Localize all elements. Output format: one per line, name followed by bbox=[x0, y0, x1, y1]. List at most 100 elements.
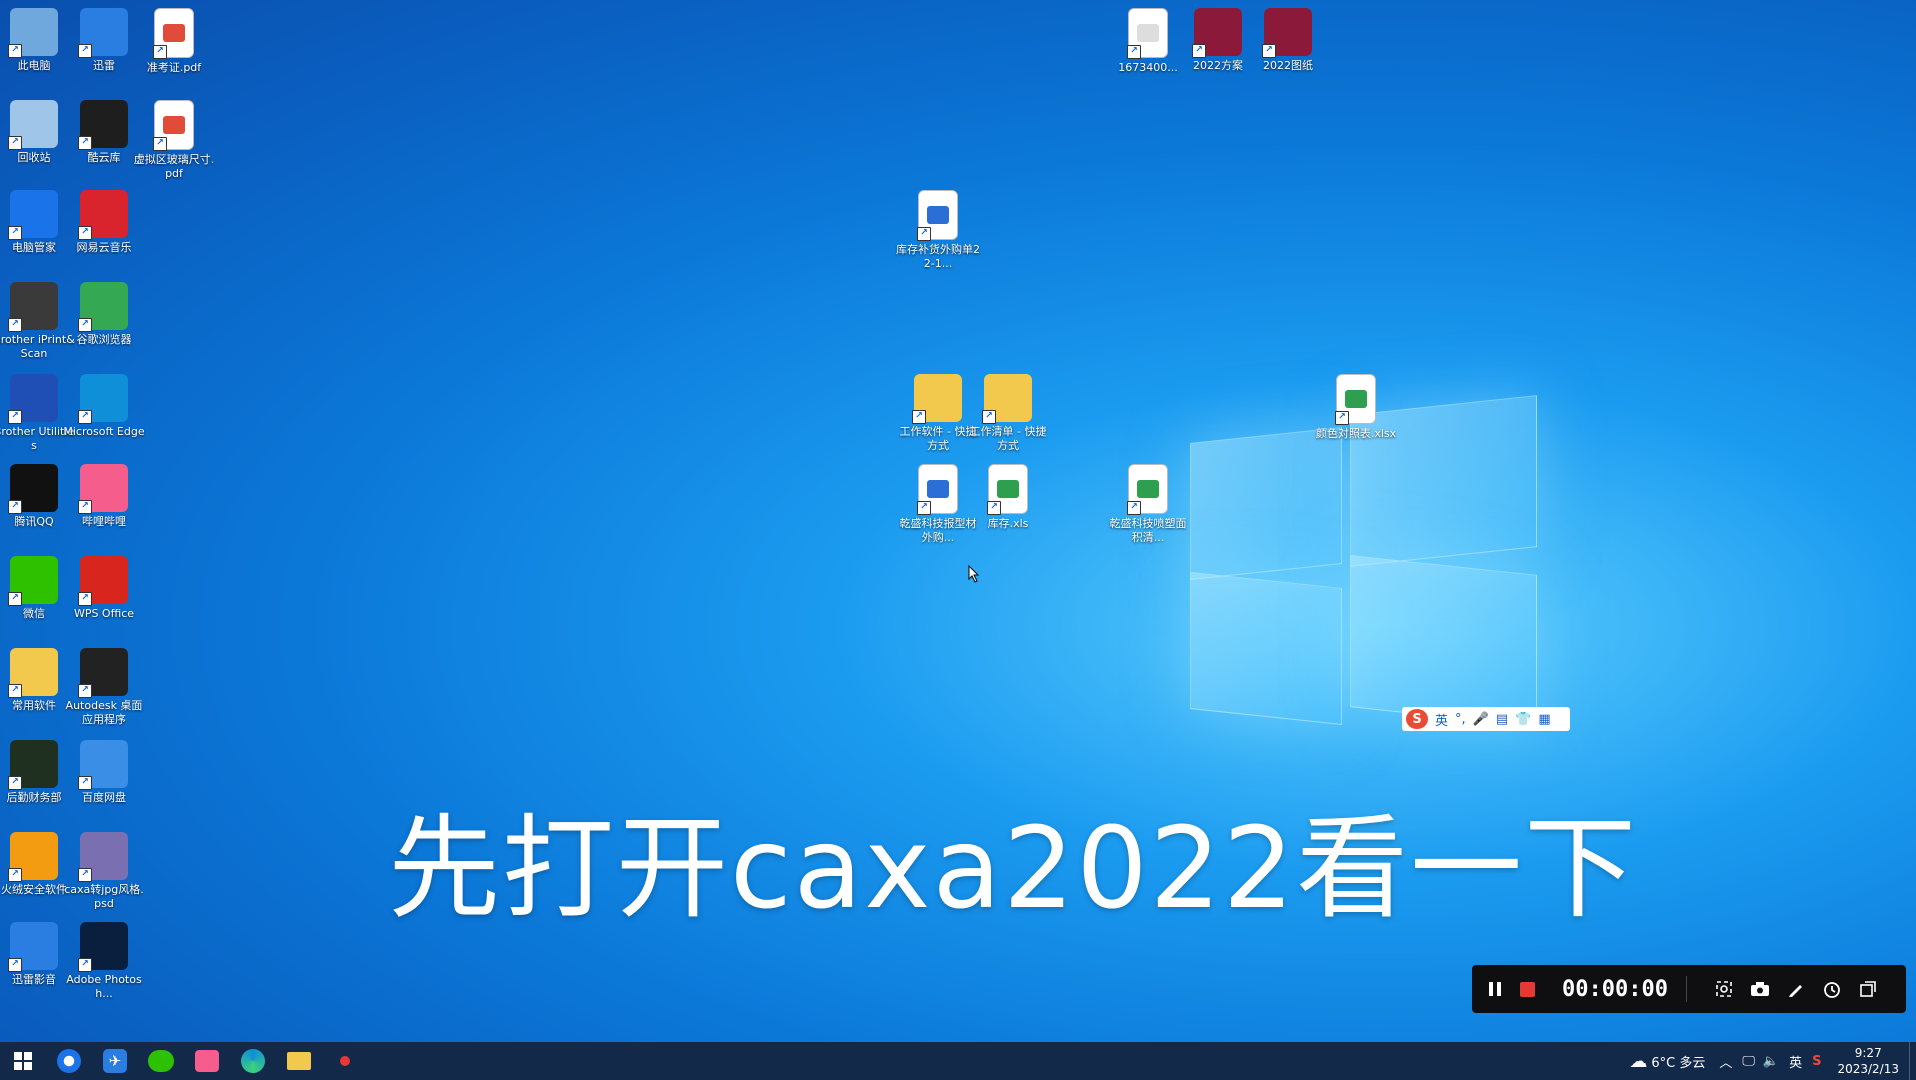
qq-penguin-icon: ↗ bbox=[8, 464, 58, 514]
shortcut-arrow-icon: ↗ bbox=[917, 501, 931, 515]
window-mode-icon[interactable] bbox=[1855, 976, 1881, 1002]
desktop-icon-label: 乾盛科技喷塑面积清... bbox=[1109, 517, 1187, 544]
shortcut-arrow-icon: ↗ bbox=[78, 776, 92, 790]
sogou-logo-icon[interactable]: S bbox=[1406, 709, 1428, 729]
desktop-icon-label: 2022图纸 bbox=[1263, 59, 1313, 72]
shortcut-arrow-icon: ↗ bbox=[1262, 44, 1276, 58]
desktop-icon-label: 谷歌浏览器 bbox=[76, 333, 132, 346]
shortcut-arrow-icon: ↗ bbox=[78, 318, 92, 332]
start-button[interactable] bbox=[0, 1042, 46, 1080]
desktop-icon-label: 准考证.pdf bbox=[146, 61, 202, 74]
shortcut-arrow-icon: ↗ bbox=[982, 410, 996, 424]
folder-icon: ↗ bbox=[982, 374, 1032, 424]
stop-button[interactable] bbox=[1514, 976, 1540, 1002]
desktop-icon-label: 网易云音乐 bbox=[76, 241, 132, 254]
ime-toolbar[interactable]: S 英 °, 🎤 ▤ 👕 ▦ bbox=[1402, 707, 1570, 731]
input-language[interactable]: 英 bbox=[1789, 1052, 1802, 1071]
desktop-icon[interactable]: ↗ 网易云音乐 bbox=[62, 190, 146, 255]
shortcut-arrow-icon: ↗ bbox=[8, 868, 22, 882]
desktop-icon-label: WPS Office bbox=[73, 607, 135, 620]
desktop-icon[interactable]: ↗ 百度网盘 bbox=[62, 740, 146, 805]
shortcut-arrow-icon: ↗ bbox=[8, 44, 22, 58]
volume-icon[interactable]: 🔈 bbox=[1763, 1054, 1779, 1069]
excel-icon: ↗ bbox=[1127, 464, 1168, 515]
keyboard-icon[interactable]: ▤ bbox=[1496, 712, 1508, 727]
shortcut-arrow-icon: ↗ bbox=[78, 410, 92, 424]
wps-icon: ↗ bbox=[78, 556, 128, 606]
bilibili-icon: ↗ bbox=[78, 464, 128, 514]
microphone-icon[interactable]: 🎤 bbox=[1473, 712, 1489, 727]
network-icon[interactable]: 🖵 bbox=[1742, 1054, 1755, 1069]
desktop-icon[interactable]: ↗ 谷歌浏览器 bbox=[62, 282, 146, 347]
timer-settings-icon[interactable] bbox=[1819, 976, 1845, 1002]
pen-annotate-icon[interactable] bbox=[1783, 976, 1809, 1002]
desktop-icon[interactable]: ↗ 库存补货外购单22-1... bbox=[896, 190, 980, 271]
sogou-tray-icon[interactable]: S bbox=[1812, 1054, 1821, 1069]
shortcut-arrow-icon: ↗ bbox=[78, 500, 92, 514]
desktop-icon[interactable]: ↗ caxa转jpg风格.psd bbox=[62, 832, 146, 911]
desktop-icon[interactable]: ↗ Microsoft Edge bbox=[62, 374, 146, 439]
chrome-icon: ↗ bbox=[78, 282, 128, 332]
taskbar-edge-icon[interactable] bbox=[230, 1042, 276, 1080]
weather-text[interactable]: 6°C 多云 bbox=[1651, 1052, 1705, 1071]
shortcut-arrow-icon: ↗ bbox=[78, 958, 92, 972]
clock[interactable]: 9:27 2023/2/13 bbox=[1837, 1045, 1899, 1077]
desktop-icon[interactable]: ↗ 工作清单 - 快捷方式 bbox=[966, 374, 1050, 453]
shortcut-arrow-icon: ↗ bbox=[78, 44, 92, 58]
ime-punctuation[interactable]: °, bbox=[1455, 712, 1466, 727]
netease-music-icon: ↗ bbox=[78, 190, 128, 240]
desktop-icon[interactable]: ↗ 乾盛科技喷塑面积清... bbox=[1106, 464, 1190, 545]
desktop-icon[interactable]: ↗ Autodesk 桌面应用程序 bbox=[62, 648, 146, 727]
shortcut-arrow-icon: ↗ bbox=[912, 410, 926, 424]
desktop-icon[interactable]: ↗ WPS Office bbox=[62, 556, 146, 621]
desktop-icon[interactable]: ↗ 准考证.pdf bbox=[132, 8, 216, 75]
pause-button[interactable] bbox=[1482, 976, 1508, 1002]
shortcut-arrow-icon: ↗ bbox=[8, 958, 22, 972]
computer-icon: ↗ bbox=[8, 8, 58, 58]
desktop-icon[interactable]: ↗ Adobe Photosh... bbox=[62, 922, 146, 1001]
taskbar-wechat-icon[interactable] bbox=[138, 1042, 184, 1080]
xunlei-bird-icon: ↗ bbox=[78, 8, 128, 58]
taskbar-recorder-icon[interactable] bbox=[322, 1042, 368, 1080]
brother-utilities-icon: ↗ bbox=[8, 374, 58, 424]
shortcut-arrow-icon: ↗ bbox=[1127, 45, 1141, 59]
pc-manager-icon: ↗ bbox=[8, 190, 58, 240]
desktop-icon-label: Adobe Photosh... bbox=[66, 973, 142, 1000]
desktop-icon[interactable]: ↗ 哔哩哔哩 bbox=[62, 464, 146, 529]
camera-icon[interactable] bbox=[1747, 976, 1773, 1002]
taskbar-browser-icon[interactable] bbox=[46, 1042, 92, 1080]
screenshot-region-icon[interactable] bbox=[1711, 976, 1737, 1002]
desktop-icon[interactable]: ↗ 虚拟区玻璃尺寸.pdf bbox=[132, 100, 216, 181]
desktop-icon[interactable]: ↗ 2022图纸 bbox=[1246, 8, 1330, 73]
printer-icon: ↗ bbox=[8, 282, 58, 332]
psd-file-icon: ↗ bbox=[78, 832, 128, 882]
folder-icon: ↗ bbox=[912, 374, 962, 424]
show-desktop-button[interactable] bbox=[1909, 1042, 1916, 1080]
recording-timer: 00:00:00 bbox=[1562, 976, 1668, 1002]
taskbar-xunlei-icon[interactable]: ✈ bbox=[92, 1042, 138, 1080]
desktop-icon[interactable]: ↗ 库存.xls bbox=[966, 464, 1050, 531]
ime-language[interactable]: 英 bbox=[1435, 710, 1448, 729]
shortcut-arrow-icon: ↗ bbox=[78, 592, 92, 606]
desktop-icon[interactable]: ↗ 颜色对照表.xlsx bbox=[1314, 374, 1398, 441]
windows-start-icon bbox=[14, 1052, 32, 1070]
kuyun-icon: ↗ bbox=[78, 100, 128, 150]
taskbar-file-explorer-icon[interactable] bbox=[276, 1042, 322, 1080]
shortcut-arrow-icon: ↗ bbox=[1127, 501, 1141, 515]
excel-icon: ↗ bbox=[1335, 374, 1376, 425]
weather-icon[interactable]: ☁ bbox=[1629, 1051, 1647, 1072]
shortcut-arrow-icon: ↗ bbox=[8, 500, 22, 514]
shortcut-arrow-icon: ↗ bbox=[78, 136, 92, 150]
pdf-icon: ↗ bbox=[153, 8, 194, 59]
shortcut-arrow-icon: ↗ bbox=[917, 227, 931, 241]
shortcut-arrow-icon: ↗ bbox=[8, 226, 22, 240]
shortcut-arrow-icon: ↗ bbox=[153, 45, 167, 59]
apps-grid-icon[interactable]: ▦ bbox=[1538, 712, 1550, 727]
tray-expand-icon[interactable]: ︿ bbox=[1719, 1052, 1732, 1071]
clock-time: 9:27 bbox=[1854, 1046, 1882, 1060]
mouse-cursor-icon bbox=[968, 564, 980, 587]
taskbar-bilibili-icon[interactable] bbox=[184, 1042, 230, 1080]
skin-shirt-icon[interactable]: 👕 bbox=[1515, 712, 1531, 727]
baidu-netdisk-icon: ↗ bbox=[78, 740, 128, 790]
shortcut-arrow-icon: ↗ bbox=[8, 410, 22, 424]
